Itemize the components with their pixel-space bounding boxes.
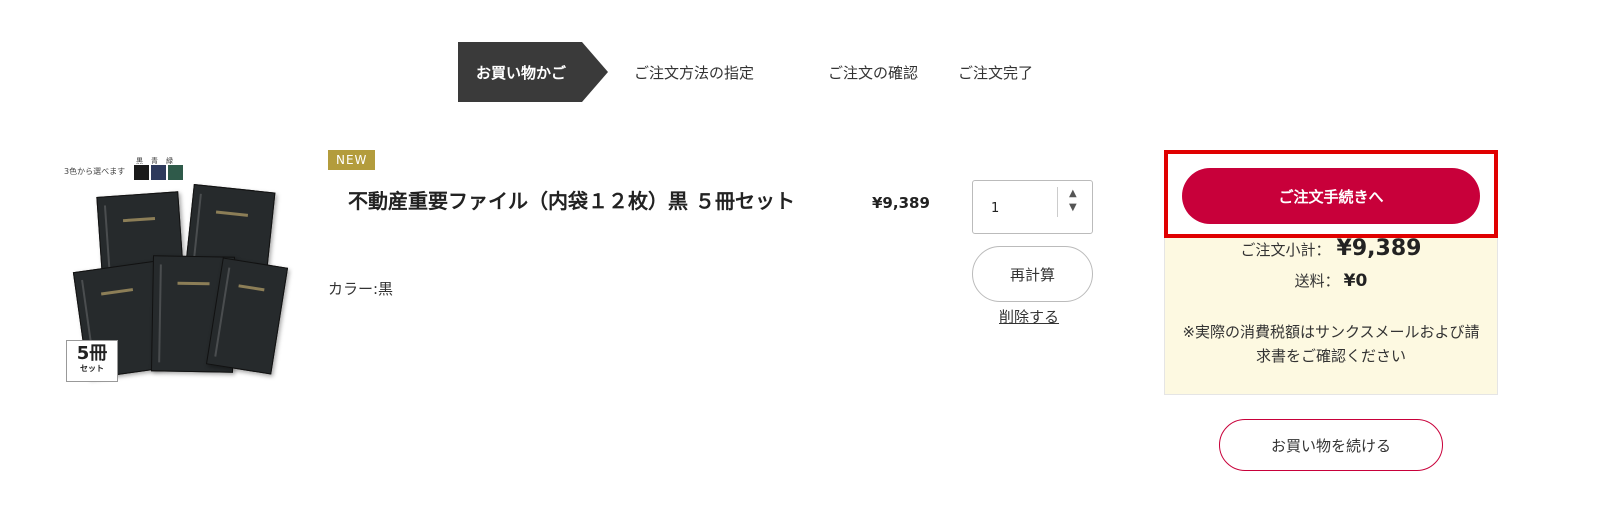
- order-subtotal: ご注文小計： ¥9,389: [1164, 236, 1498, 261]
- delete-link[interactable]: 削除する: [999, 306, 1059, 327]
- set-count-badge: 5冊 セット: [66, 340, 118, 382]
- quantity-up-icon[interactable]: ▲: [1069, 189, 1077, 199]
- quantity-divider: [1057, 187, 1058, 217]
- set-count-text: セット: [80, 364, 104, 373]
- quantity-value[interactable]: 1: [991, 201, 999, 216]
- new-badge: NEW: [328, 150, 376, 170]
- recalculate-button[interactable]: 再計算: [972, 246, 1093, 302]
- checkout-button[interactable]: ご注文手続きへ: [1182, 168, 1480, 224]
- quantity-stepper[interactable]: 1 ▲ ▼: [972, 180, 1093, 234]
- step-order-confirm: ご注文の確認: [828, 64, 919, 82]
- step-order-method: ご注文方法の指定: [634, 64, 755, 82]
- tax-note: ※実際の消費税額はサンクスメールおよび請求書をご確認ください: [1182, 323, 1480, 365]
- checkout-steps: お買い物かご ご注文方法の指定 ご注文の確認 ご注文完了: [458, 42, 1033, 102]
- product-price: ¥9,389: [872, 194, 930, 212]
- color-swatches: [134, 165, 183, 180]
- product-name[interactable]: 不動産重要ファイル（内袋１２枚）黒 ５冊セット: [348, 190, 808, 212]
- swatch-green: [168, 165, 183, 180]
- step-cart-label: お買い物かご: [476, 63, 567, 82]
- subtotal-value: ¥9,389: [1336, 236, 1422, 261]
- product-color: カラー:黒: [328, 280, 394, 298]
- subtotal-label: ご注文小計：: [1240, 241, 1331, 259]
- product-image[interactable]: 3色から選べます 黒 青 緑 5冊 セット: [62, 154, 289, 384]
- continue-shopping-button[interactable]: お買い物を続ける: [1219, 419, 1443, 471]
- swatch-black: [134, 165, 149, 180]
- shipping-label: 送料：: [1294, 272, 1340, 290]
- set-count-number: 5冊: [76, 343, 108, 364]
- quantity-down-icon[interactable]: ▼: [1069, 203, 1077, 213]
- swatch-blue: [151, 165, 166, 180]
- shipping-fee: 送料： ¥0: [1164, 270, 1498, 291]
- step-order-complete: ご注文完了: [958, 64, 1034, 82]
- image-color-caption: 3色から選べます: [64, 167, 126, 176]
- step-cart: お買い物かご: [458, 42, 608, 102]
- shipping-value: ¥0: [1343, 271, 1368, 291]
